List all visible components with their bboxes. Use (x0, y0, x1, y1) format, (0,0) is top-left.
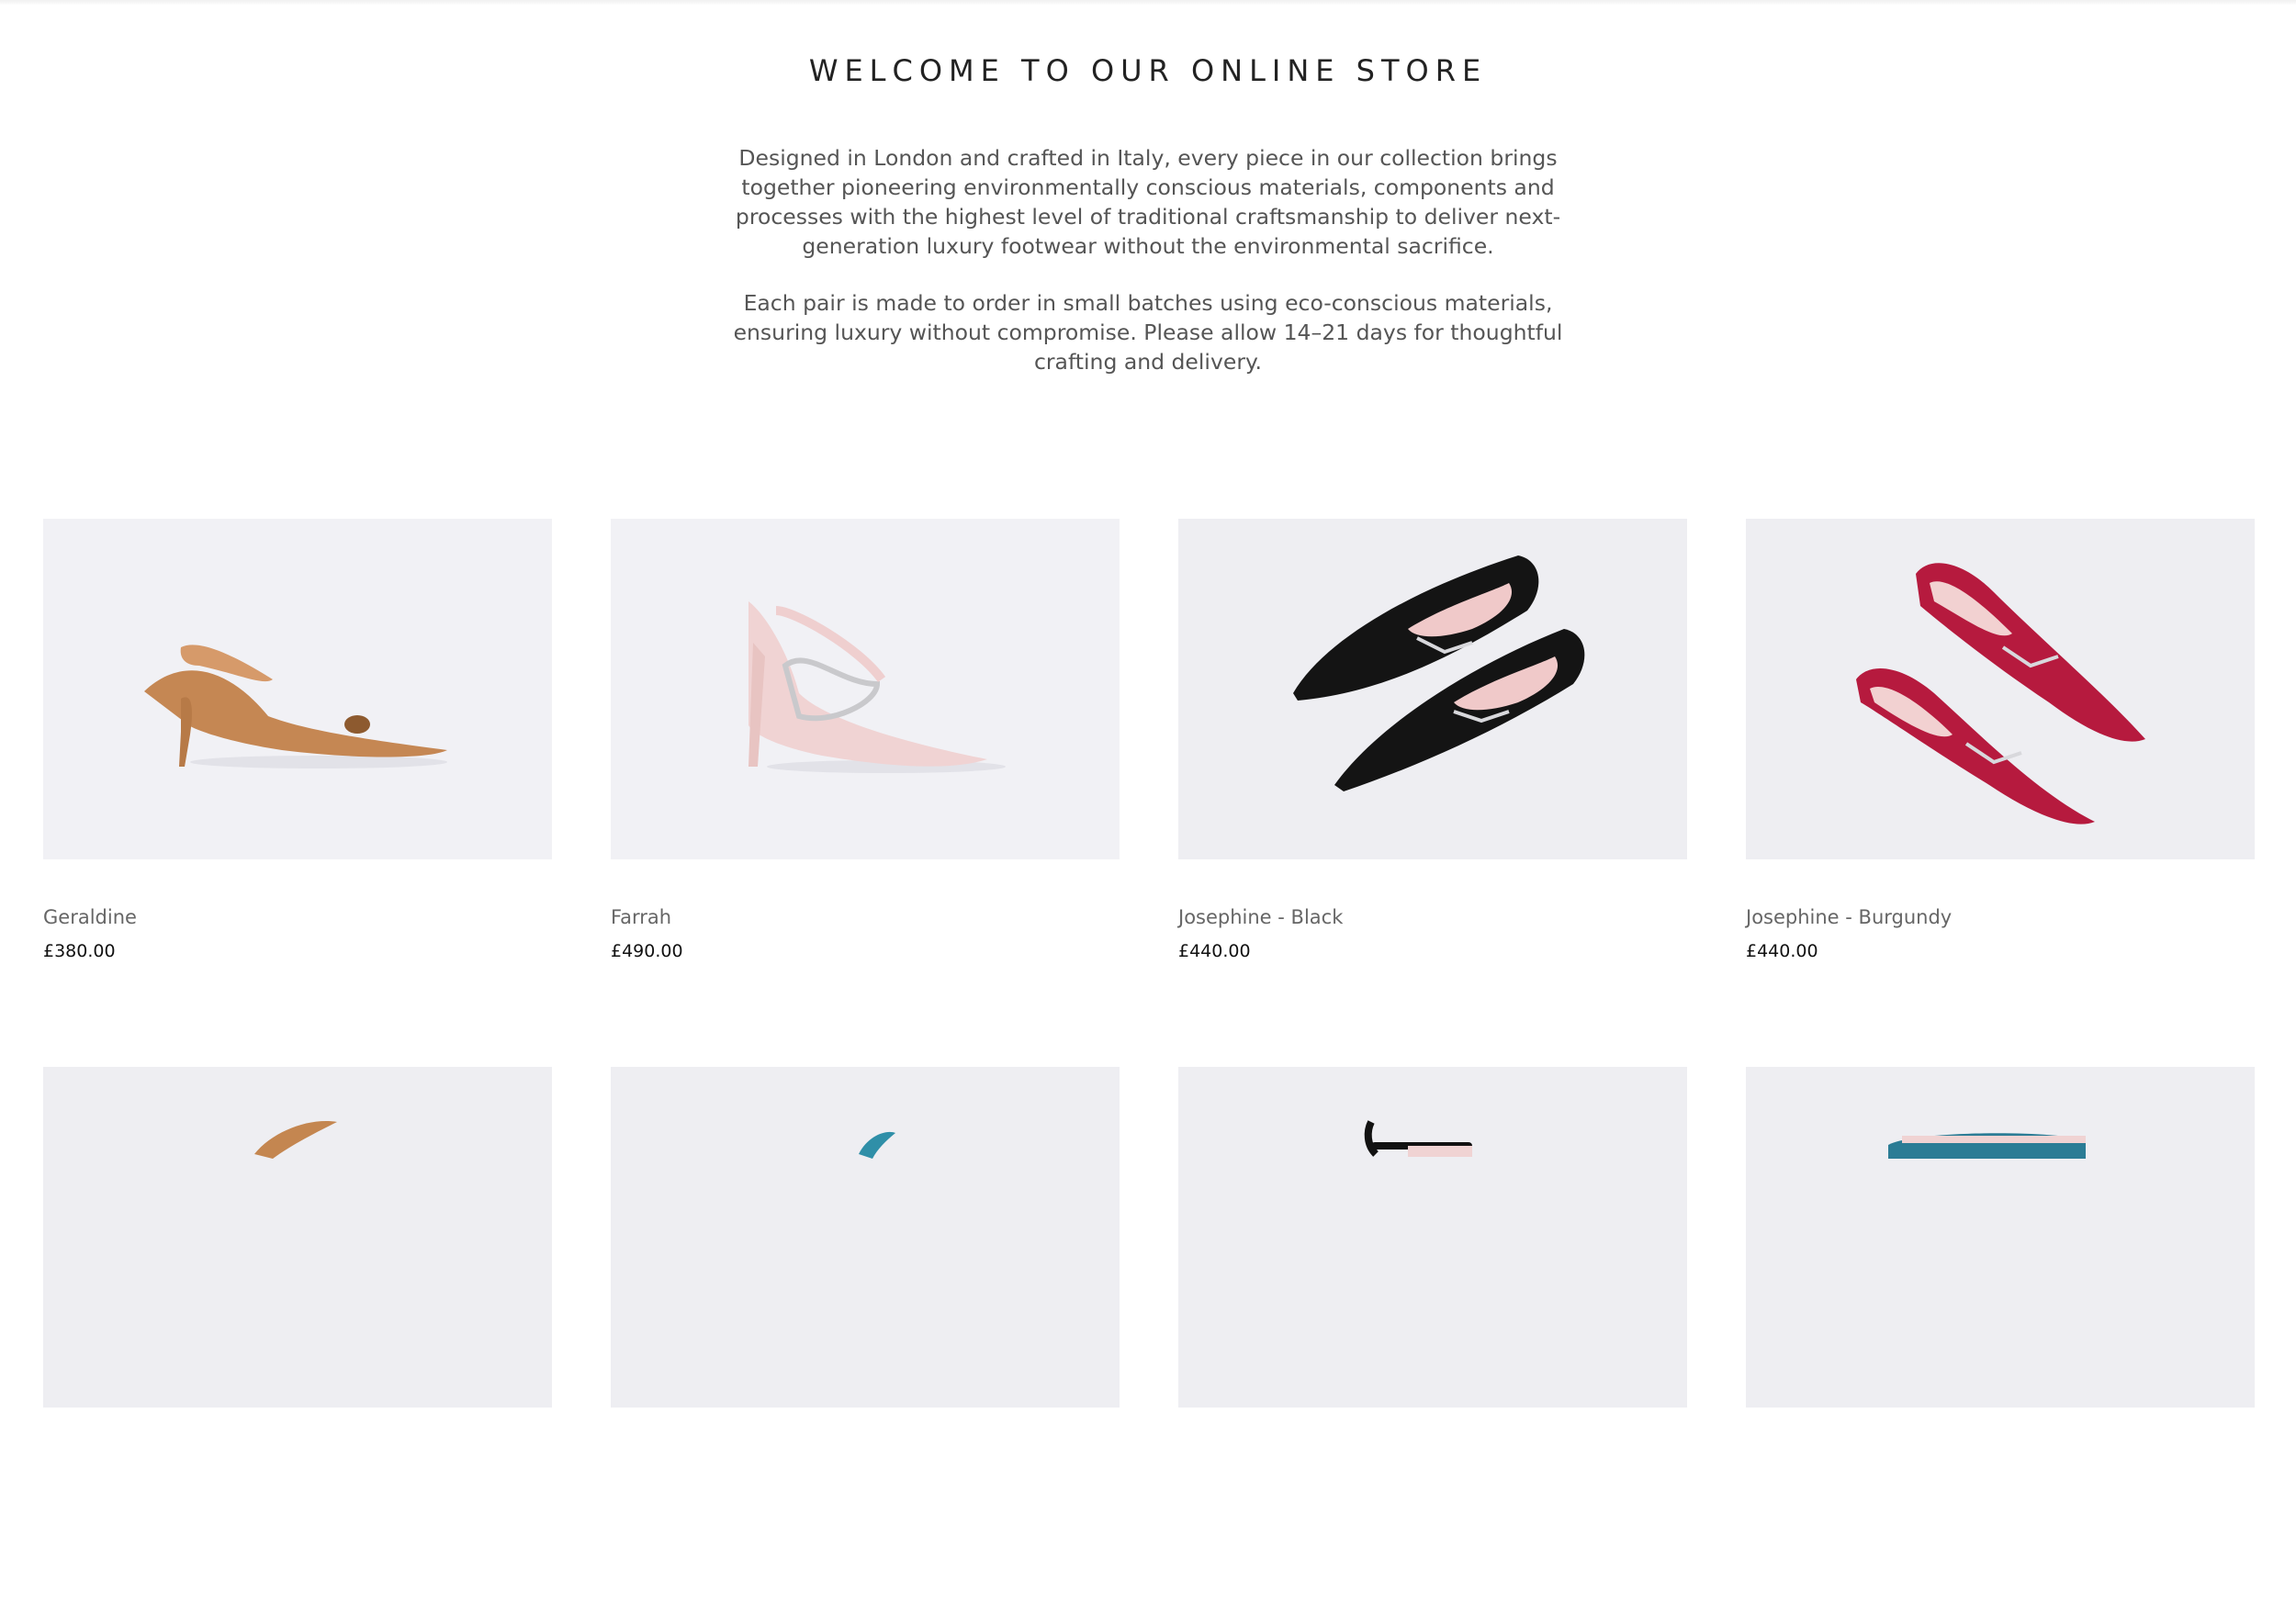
product-image-pink-stiletto[interactable] (611, 519, 1120, 859)
product-name[interactable]: Josephine - Black (1178, 906, 1343, 928)
tan-slingback-heel-image (43, 519, 552, 859)
pink-crystal-stiletto-image (611, 519, 1120, 859)
black-strap-shoe-image-partial (1178, 1067, 1687, 1408)
header-shadow (0, 0, 2296, 6)
product-image-black-strap-partial[interactable] (1178, 1067, 1687, 1408)
product-card[interactable]: Geraldine £380.00 (43, 519, 552, 1067)
black-crystal-flats-image (1178, 519, 1687, 859)
product-price: £440.00 (1746, 941, 1818, 961)
product-card[interactable] (43, 1067, 552, 1615)
product-card[interactable] (1178, 1067, 1687, 1615)
product-image-teal-flat-partial[interactable] (1746, 1067, 2255, 1408)
product-name[interactable]: Farrah (611, 906, 671, 928)
product-price: £490.00 (611, 941, 683, 961)
product-image-tan-heel-partial[interactable] (43, 1067, 552, 1408)
product-card[interactable] (1746, 1067, 2255, 1615)
product-name[interactable]: Geraldine (43, 906, 137, 928)
burgundy-crystal-flats-image (1746, 519, 2255, 859)
product-grid: Geraldine £380.00 Farrah £490.00 Josephi… (43, 519, 2255, 1615)
product-card[interactable]: Farrah £490.00 (611, 519, 1120, 1067)
intro-paragraph-1: Designed in London and crafted in Italy,… (735, 145, 1561, 259)
product-image-tan-slingback[interactable] (43, 519, 552, 859)
page-title: WELCOME TO OUR ONLINE STORE (808, 53, 1488, 88)
tan-heel-image-partial (43, 1067, 552, 1408)
product-image-teal-partial[interactable] (611, 1067, 1120, 1408)
product-card[interactable]: Josephine - Black £440.00 (1178, 519, 1687, 1067)
product-price: £440.00 (1178, 941, 1251, 961)
product-image-burgundy-flats[interactable] (1746, 519, 2255, 859)
product-name[interactable]: Josephine - Burgundy (1746, 906, 1952, 928)
product-card[interactable] (611, 1067, 1120, 1615)
teal-shoe-image-partial (611, 1067, 1120, 1408)
product-image-black-flats[interactable] (1178, 519, 1687, 859)
product-card[interactable]: Josephine - Burgundy £440.00 (1746, 519, 2255, 1067)
product-price: £380.00 (43, 941, 116, 961)
intro-paragraph-2: Each pair is made to order in small batc… (733, 290, 1563, 375)
teal-flat-image-partial (1746, 1067, 2255, 1408)
